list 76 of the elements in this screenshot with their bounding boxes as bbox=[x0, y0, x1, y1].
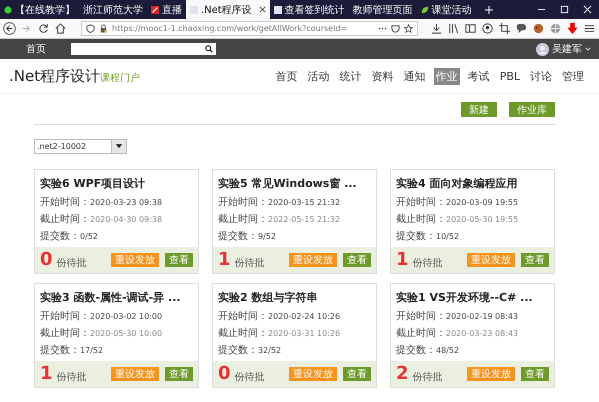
start-time: 2020-03-15 21:32 bbox=[268, 198, 340, 207]
nav-tab[interactable]: 讨论 bbox=[528, 68, 554, 84]
start-time: 2020-03-23 09:38 bbox=[90, 198, 162, 207]
field-label: 截止时间： bbox=[40, 212, 90, 226]
submission-count: 17/52 bbox=[80, 346, 104, 355]
pending-label: 份待批 bbox=[234, 370, 265, 384]
class-select[interactable]: .net2-10002 bbox=[34, 139, 127, 154]
field-label: 开始时间： bbox=[218, 196, 268, 209]
nav-tab[interactable]: 考试 bbox=[466, 68, 492, 84]
assignment-title[interactable]: 实验4 面向对象编程应用 bbox=[396, 176, 549, 191]
assignment-title[interactable]: 实验1 VS开发环境--C# ... bbox=[396, 290, 549, 305]
field-label: 提交数： bbox=[396, 344, 436, 357]
submission-count: 48/52 bbox=[436, 346, 460, 355]
browser-tab[interactable]: 课堂活动 bbox=[416, 0, 476, 19]
nav-tab[interactable]: 作业 bbox=[434, 68, 460, 84]
submission-count: 9/52 bbox=[258, 232, 276, 241]
address-bar[interactable]: https://mooc1-1.chaoxing.com/work/getAllWork?courseId= bbox=[81, 21, 418, 36]
nav-tab[interactable]: 通知 bbox=[402, 68, 428, 84]
nav-tab[interactable]: 统计 bbox=[338, 68, 364, 84]
field-label: 截止时间： bbox=[218, 212, 268, 226]
field-label: 提交数： bbox=[218, 230, 258, 243]
submission-count: 0/52 bbox=[80, 232, 98, 241]
pending-count: 1 bbox=[218, 251, 231, 269]
browser-tab[interactable]: 直播 bbox=[147, 0, 186, 19]
assignment-title[interactable]: 实验3 函数-属性-调试-异 ... bbox=[40, 290, 193, 305]
submission-count: 10/52 bbox=[436, 232, 460, 241]
pending-count: 0 bbox=[218, 365, 231, 383]
nav-tab[interactable]: 资料 bbox=[370, 68, 396, 84]
browser-tab[interactable]: 【在线教学】 bbox=[0, 0, 79, 19]
browser-tab[interactable]: 浙江师范大学 bbox=[79, 0, 147, 19]
browser-tab[interactable]: 教师管理页面 bbox=[348, 0, 417, 19]
field-label: 截止时间： bbox=[396, 326, 446, 340]
nav-tab[interactable]: 活动 bbox=[306, 68, 332, 84]
field-label: 开始时间： bbox=[40, 196, 90, 209]
pending-label: 份待批 bbox=[412, 256, 443, 270]
end-time: 2020-05-30 10:00 bbox=[90, 329, 162, 338]
browser-tab[interactable]: .Net程序设 bbox=[186, 0, 270, 19]
assignment-title[interactable]: 实验2 数组与字符串 bbox=[218, 290, 371, 305]
field-label: 开始时间： bbox=[396, 310, 446, 323]
pending-count: 2 bbox=[396, 365, 409, 383]
nav-tab[interactable]: 首页 bbox=[274, 68, 300, 84]
end-time: 2020-03-23 08:43 bbox=[446, 329, 518, 338]
start-time: 2020-03-02 10:00 bbox=[90, 312, 162, 321]
assignment-title[interactable]: 实验5 常见Windows窗 ... bbox=[218, 176, 371, 191]
field-label: 截止时间： bbox=[218, 326, 268, 340]
field-label: 提交数： bbox=[40, 344, 80, 357]
pending-label: 份待批 bbox=[56, 256, 87, 270]
nav-tab[interactable]: PBL bbox=[498, 68, 522, 84]
start-time: 2020-03-09 19:55 bbox=[446, 198, 518, 207]
pending-label: 份待批 bbox=[234, 256, 265, 270]
pending-label: 份待批 bbox=[56, 370, 87, 384]
pending-count: 1 bbox=[396, 251, 409, 269]
pending-label: 份待批 bbox=[412, 370, 443, 384]
user-name[interactable]: 吴建军 bbox=[552, 42, 582, 56]
pending-count: 0 bbox=[40, 251, 53, 269]
end-time: 2020-04-30 09:38 bbox=[90, 215, 162, 224]
end-time: 2022-05-15 21:32 bbox=[268, 215, 340, 224]
nav-tab[interactable]: 管理 bbox=[560, 68, 586, 84]
end-time: 2020-05-30 19:55 bbox=[446, 215, 518, 224]
field-label: 截止时间： bbox=[40, 326, 90, 340]
course-title: .Net程序设计 bbox=[9, 66, 100, 86]
field-label: 截止时间： bbox=[396, 212, 446, 226]
assignment-title[interactable]: 实验6 WPF项目设计 bbox=[40, 176, 193, 191]
field-label: 开始时间： bbox=[396, 196, 446, 209]
field-label: 提交数： bbox=[40, 230, 80, 243]
home-link[interactable]: 首页 bbox=[26, 42, 46, 56]
submission-count: 32/52 bbox=[258, 346, 282, 355]
browser-tab[interactable]: 查看签到统计 bbox=[270, 0, 349, 19]
field-label: 开始时间： bbox=[40, 310, 90, 323]
start-time: 2020-02-24 10:26 bbox=[268, 312, 340, 321]
start-time: 2020-02-19 08:43 bbox=[446, 312, 518, 321]
field-label: 提交数： bbox=[218, 344, 258, 357]
end-time: 2020-03-31 10:26 bbox=[268, 329, 340, 338]
field-label: 提交数： bbox=[396, 230, 436, 243]
pending-count: 1 bbox=[40, 365, 53, 383]
field-label: 开始时间： bbox=[218, 310, 268, 323]
